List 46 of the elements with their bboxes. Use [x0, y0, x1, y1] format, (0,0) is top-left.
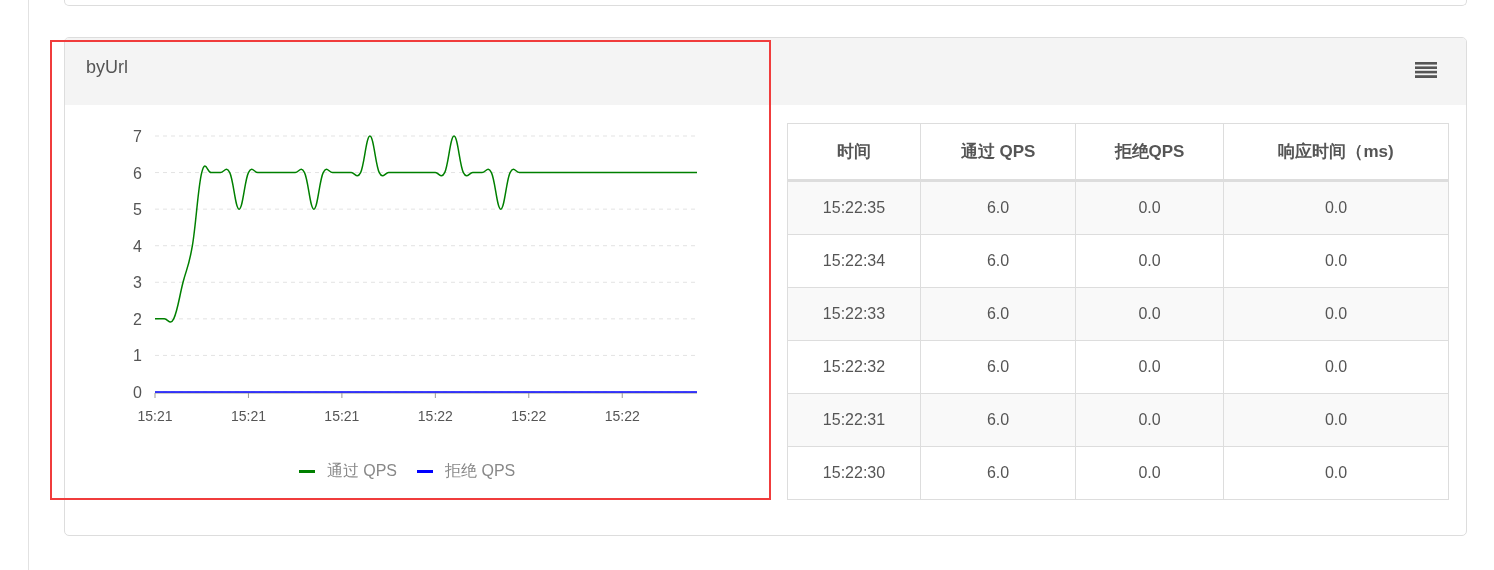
legend-label[interactable]: 拒绝 QPS [445, 461, 516, 482]
table-cell: 0.0 [1075, 446, 1224, 500]
table-cell: 0.0 [1075, 234, 1224, 288]
table-cell: 15:22:30 [787, 446, 921, 500]
axis-label: 15:21 [230, 408, 266, 424]
table-cell: 6.0 [920, 393, 1076, 447]
axis-label: 6 [133, 164, 142, 182]
axis-label: 2 [133, 310, 142, 328]
axis-label: 4 [133, 237, 142, 255]
table-cell: 0.0 [1223, 287, 1449, 341]
axis-label: 15:21 [324, 408, 360, 424]
axis-label: 15:22 [604, 408, 640, 424]
table-cell: 15:22:33 [787, 287, 921, 341]
table-cell: 15:22:32 [787, 340, 921, 394]
table-cell: 6.0 [920, 340, 1076, 394]
axis-label: 1 [133, 347, 142, 365]
table-cell: 0.0 [1075, 180, 1224, 235]
table-cell: 0.0 [1223, 180, 1449, 235]
table-cell: 0.0 [1223, 393, 1449, 447]
table-cell: 15:22:35 [787, 180, 921, 235]
axis-label: 7 [133, 128, 142, 145]
legend-label[interactable]: 通过 QPS [326, 461, 397, 482]
column-header: 通过 QPS [920, 123, 1076, 181]
table-cell: 0.0 [1075, 393, 1224, 447]
axis-label: 15:21 [137, 408, 173, 424]
axis-label: 15:22 [511, 408, 547, 424]
axis-label: 3 [133, 274, 142, 292]
column-header: 响应时间（ms) [1223, 123, 1449, 181]
table-cell: 6.0 [920, 446, 1076, 500]
axis-label: 0 [133, 384, 142, 401]
table-cell: 0.0 [1075, 287, 1224, 341]
table-cell: 0.0 [1223, 446, 1449, 500]
menu-icon[interactable] [1415, 61, 1437, 78]
table-cell: 6.0 [920, 287, 1076, 341]
table-cell: 0.0 [1223, 234, 1449, 288]
panel-title: byUrl [86, 57, 128, 78]
column-header: 时间 [787, 123, 921, 181]
table-cell: 0.0 [1223, 340, 1449, 394]
axis-label: 5 [133, 201, 142, 219]
column-header: 拒绝QPS [1075, 123, 1224, 181]
axis-label: 15:22 [417, 408, 453, 424]
table-cell: 6.0 [920, 180, 1076, 235]
table-cell: 15:22:31 [787, 393, 921, 447]
table-cell: 15:22:34 [787, 234, 921, 288]
table-cell: 6.0 [920, 234, 1076, 288]
table-cell: 0.0 [1075, 340, 1224, 394]
